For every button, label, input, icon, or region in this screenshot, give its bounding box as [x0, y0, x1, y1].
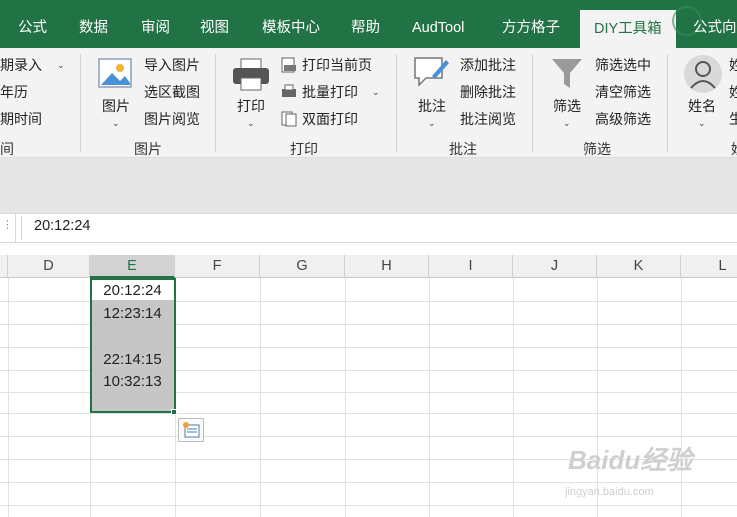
person-icon[interactable]: [683, 54, 723, 94]
name-box-dropdown-icon[interactable]: ⋮: [2, 218, 13, 231]
region-screenshot-button[interactable]: 选区截图: [144, 81, 200, 103]
formula-bar: [0, 213, 737, 243]
quick-analysis-button[interactable]: [178, 418, 204, 442]
ribbon-panel: 期录入 ⌄ 年历 期时间 间 图片 ⌄ 导入图片 选区截图 图片阅览 图片 打印…: [0, 48, 737, 158]
group-divider: [215, 54, 216, 152]
filter-selected-button[interactable]: 筛选选中: [595, 54, 651, 76]
duplex-print-button[interactable]: 双面打印: [302, 108, 358, 130]
chevron-down-icon[interactable]: ⌄: [428, 118, 436, 129]
grid-line: [0, 505, 737, 506]
name-group-label: 姓: [731, 139, 737, 159]
import-picture-button[interactable]: 导入图片: [144, 54, 200, 76]
picture-button-label[interactable]: 图片: [102, 96, 130, 116]
date-input-button[interactable]: 期录入: [0, 54, 42, 76]
batch-print-icon: [282, 84, 296, 97]
print-current-page-button[interactable]: 打印当前页: [302, 54, 372, 76]
date-group-label: 间: [0, 141, 14, 157]
picture-group-label: 图片: [134, 141, 162, 157]
add-comment-button[interactable]: 添加批注: [460, 54, 516, 76]
name-item-2[interactable]: 姓: [729, 81, 737, 103]
chevron-down-icon[interactable]: ⌄: [698, 118, 706, 129]
printer-icon[interactable]: [232, 58, 270, 92]
watermark-url: jingyan.baidu.com: [565, 486, 654, 498]
print-button-label[interactable]: 打印: [237, 96, 265, 116]
date-time-button[interactable]: 期时间: [0, 108, 42, 130]
sheet-top-spacer: [0, 243, 737, 255]
column-header-i[interactable]: I: [429, 255, 513, 278]
tab-data[interactable]: 数据: [79, 0, 108, 48]
tab-diy-toolbox[interactable]: DIY工具箱: [580, 10, 676, 48]
tab-fangfang-gezi[interactable]: 方方格子: [502, 0, 560, 48]
chevron-down-icon[interactable]: ⌄: [57, 60, 65, 71]
fill-handle[interactable]: [171, 409, 177, 415]
column-header-f[interactable]: F: [175, 255, 260, 278]
formula-input[interactable]: 20:12:24: [34, 218, 90, 234]
print-group-label: 打印: [290, 141, 318, 157]
group-divider: [667, 54, 668, 152]
comment-browse-button[interactable]: 批注阅览: [460, 108, 516, 130]
clear-filter-button[interactable]: 清空筛选: [595, 81, 651, 103]
toolbar-gap: [0, 158, 737, 213]
chevron-down-icon[interactable]: ⌄: [563, 118, 571, 129]
column-header-j[interactable]: J: [513, 255, 597, 278]
comment-group-label: 批注: [449, 141, 477, 157]
selection-border: [90, 278, 176, 413]
picture-icon[interactable]: [98, 56, 134, 92]
chevron-down-icon[interactable]: ⌄: [247, 118, 255, 129]
grid-line: [0, 436, 737, 437]
group-divider: [80, 54, 81, 152]
column-header-partial[interactable]: [0, 255, 8, 278]
comment-button-label[interactable]: 批注: [418, 96, 446, 116]
filter-icon[interactable]: [550, 56, 586, 92]
column-header-d[interactable]: D: [8, 255, 90, 278]
column-header-h[interactable]: H: [345, 255, 429, 278]
formula-bar-divider: [21, 216, 22, 240]
tab-review[interactable]: 审阅: [141, 0, 170, 48]
filter-group-label: 筛选: [583, 141, 611, 157]
group-divider: [396, 54, 397, 152]
name-item-1[interactable]: 姓: [729, 54, 737, 76]
tab-view[interactable]: 视图: [200, 0, 229, 48]
grid-line: [0, 482, 737, 483]
delete-comment-button[interactable]: 删除批注: [460, 81, 516, 103]
watermark-logo: Baidu经验: [568, 445, 693, 475]
tab-audtool[interactable]: AudTool: [412, 0, 464, 48]
comment-icon[interactable]: [412, 54, 450, 90]
name-item-3[interactable]: 生: [729, 108, 737, 130]
tab-help[interactable]: 帮助: [351, 0, 380, 48]
column-header-g[interactable]: G: [260, 255, 345, 278]
chevron-down-icon[interactable]: ⌄: [372, 87, 380, 98]
calendar-button[interactable]: 年历: [0, 81, 28, 103]
batch-print-button[interactable]: 批量打印: [302, 81, 358, 103]
tab-template-center[interactable]: 模板中心: [262, 0, 320, 48]
duplex-print-icon: [281, 111, 297, 127]
advanced-filter-button[interactable]: 高级筛选: [595, 108, 651, 130]
quick-analysis-icon: [183, 422, 200, 438]
column-header-k[interactable]: K: [597, 255, 681, 278]
group-divider: [532, 54, 533, 152]
column-header-l[interactable]: L: [681, 255, 737, 278]
picture-browse-button[interactable]: 图片阅览: [144, 108, 200, 130]
column-header-e[interactable]: E: [90, 255, 175, 278]
chevron-down-icon[interactable]: ⌄: [112, 118, 120, 129]
filter-button-label[interactable]: 筛选: [553, 96, 581, 116]
tab-formula-wizard[interactable]: 公式向: [693, 0, 737, 48]
tab-formulas[interactable]: 公式: [18, 0, 47, 48]
name-button-label[interactable]: 姓名: [688, 96, 716, 116]
print-page-icon: [281, 57, 296, 73]
